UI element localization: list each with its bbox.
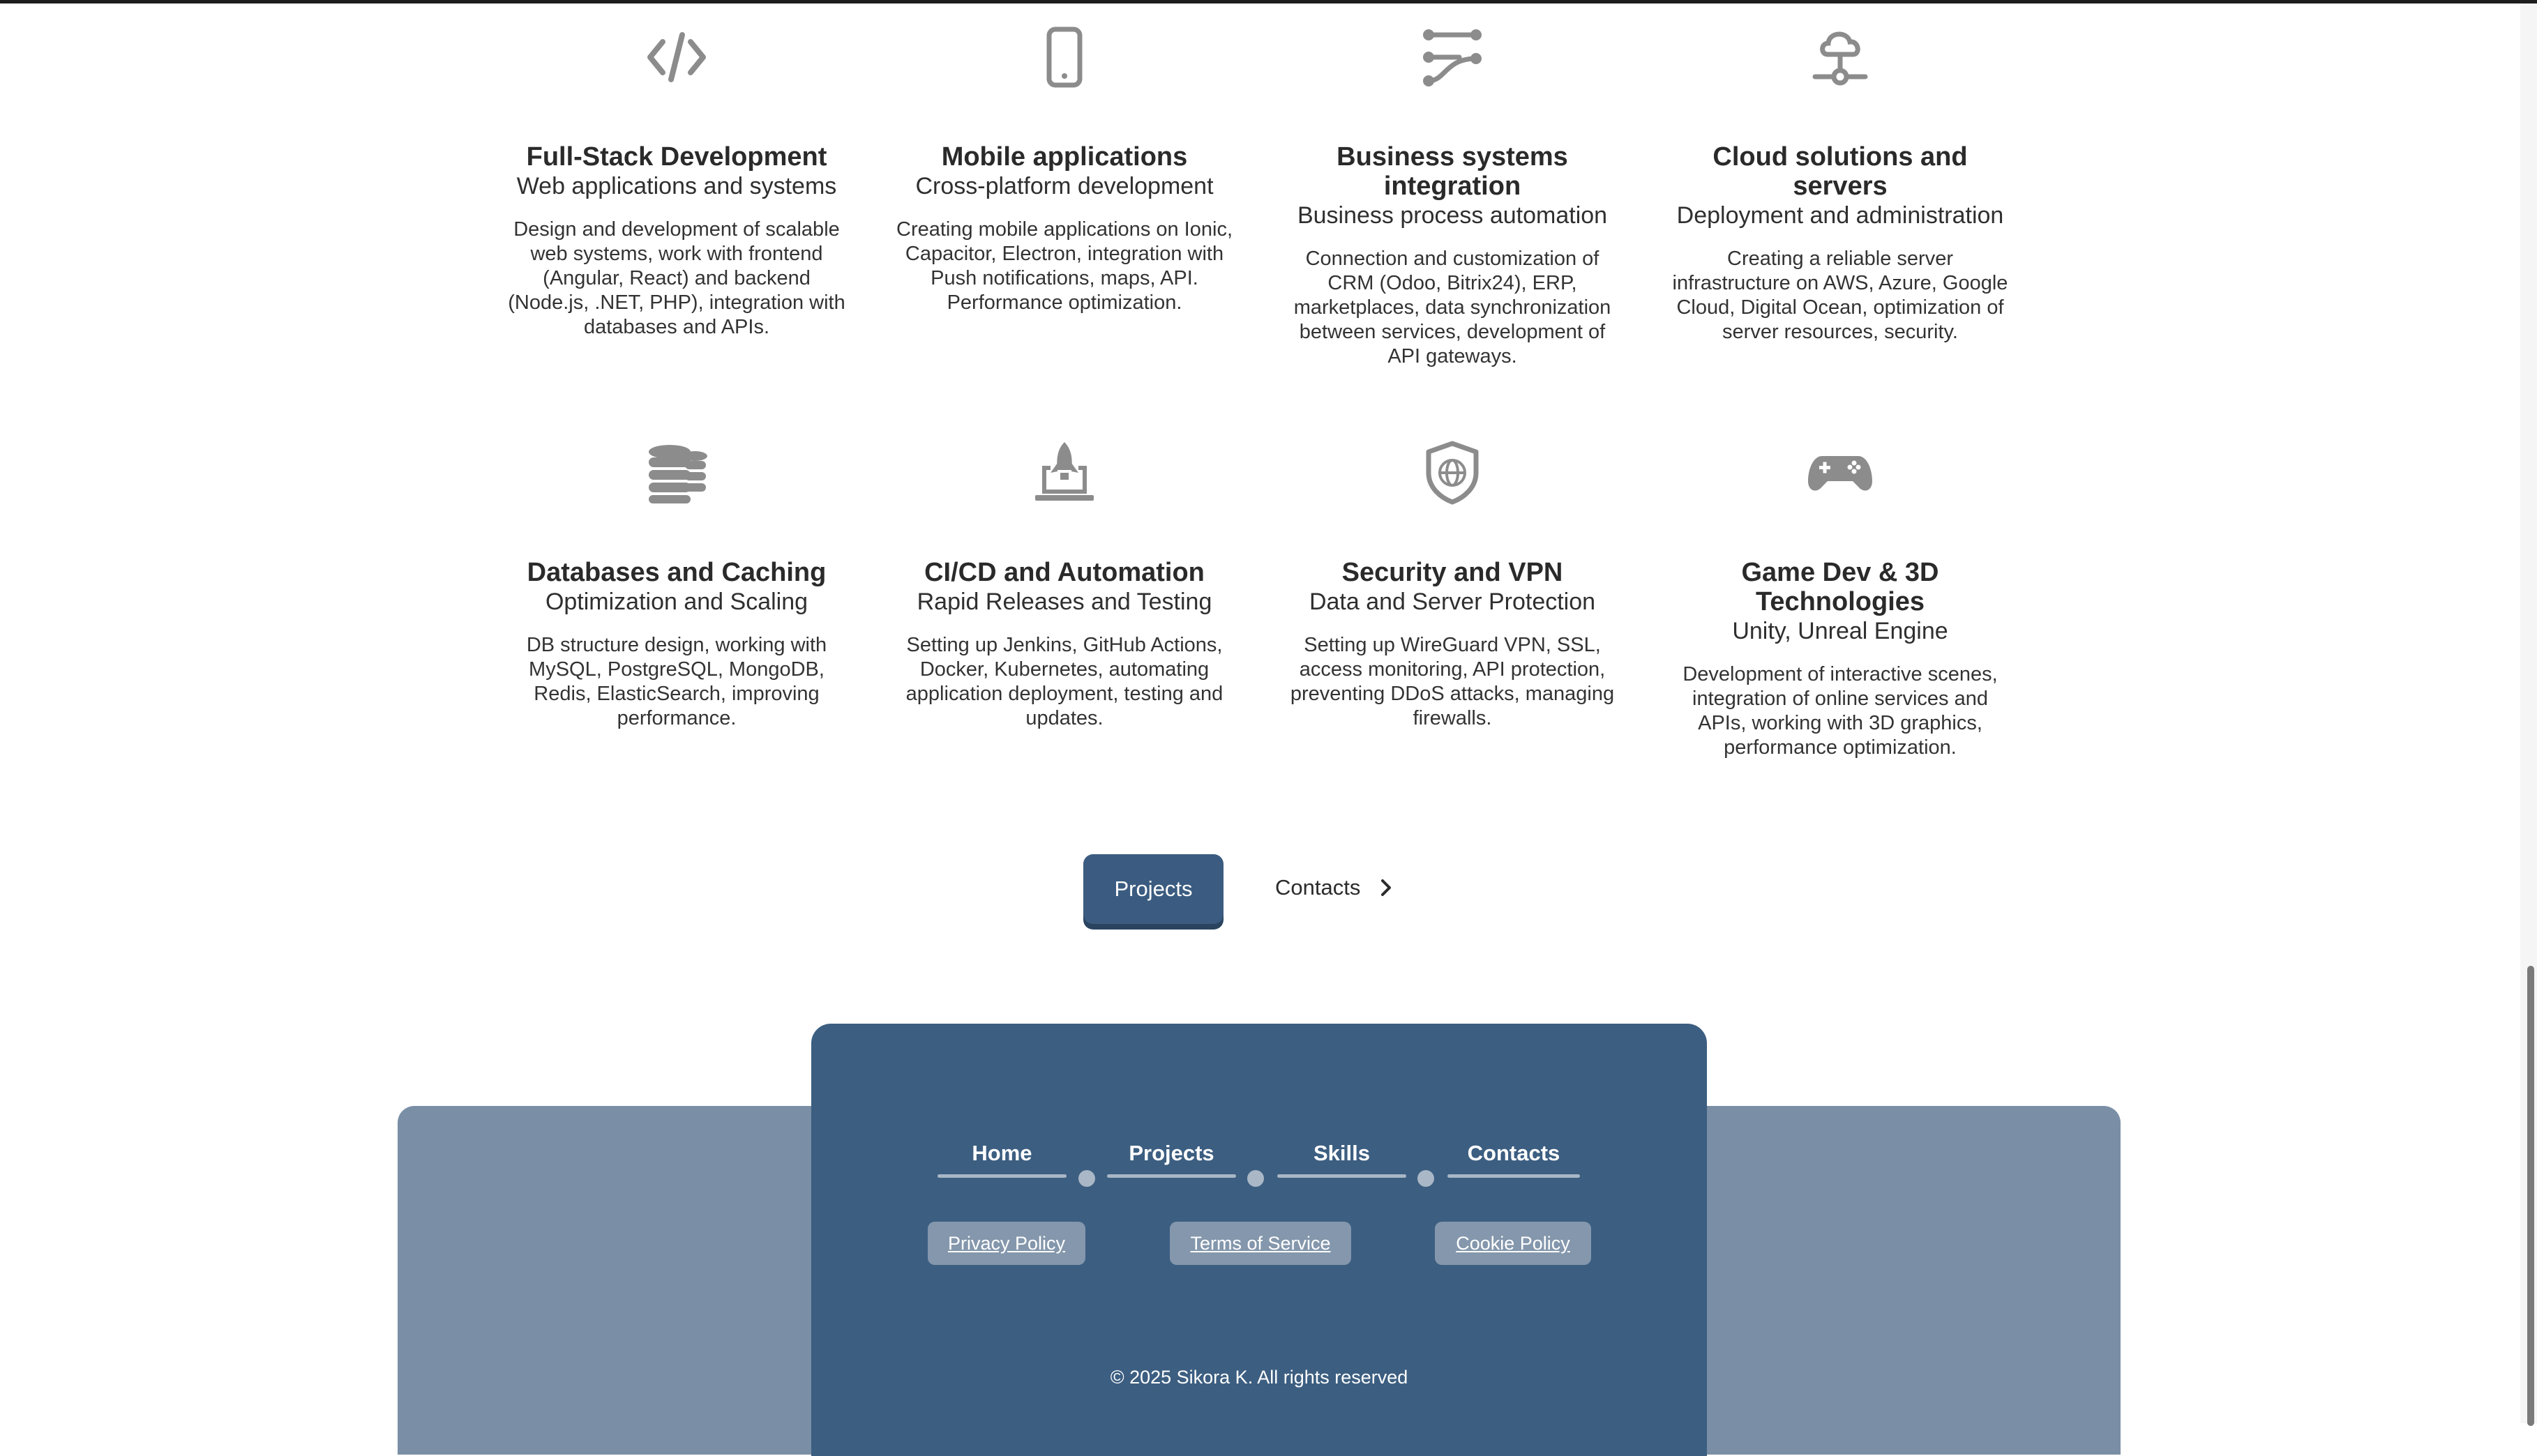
footer-nav-label: Home <box>972 1141 1032 1165</box>
database-coins-icon <box>642 438 712 508</box>
service-subtitle: Optimization and Scaling <box>545 589 808 615</box>
shield-globe-icon <box>1417 438 1487 508</box>
service-card-security: Security and VPN Data and Server Protect… <box>1278 438 1627 731</box>
footer-nav-projects[interactable]: Projects <box>1107 1135 1236 1178</box>
chevron-right-icon <box>1376 877 1397 898</box>
service-subtitle: Deployment and administration <box>1676 202 2004 229</box>
footer-nav-underline <box>1107 1174 1236 1178</box>
service-title: Cloud solutions and servers <box>1712 142 1968 201</box>
service-card-mobile: Mobile applications Cross-platform devel… <box>890 22 1239 315</box>
service-title: Mobile applications <box>941 142 1188 172</box>
code-icon <box>642 22 712 92</box>
cloud-network-icon <box>1805 22 1875 92</box>
service-subtitle: Business process automation <box>1297 202 1608 229</box>
footer-nav-contacts[interactable]: Contacts <box>1447 1135 1580 1178</box>
projects-button[interactable]: Projects <box>1083 854 1224 924</box>
service-description: Setting up WireGuard VPN, SSL, access mo… <box>1290 634 1615 729</box>
service-description: Development of interactive scenes, integ… <box>1682 663 1998 759</box>
service-card-cloud: Cloud solutions and servers Deployment a… <box>1666 22 2015 344</box>
cookie-policy-link[interactable]: Cookie Policy <box>1435 1222 1591 1265</box>
footer-nav: Home Projects Skills Contacts <box>938 1135 1583 1187</box>
service-description: Creating mobile applications on Ionic, C… <box>896 218 1233 314</box>
service-card-fullstack: Full-Stack Development Web applications … <box>502 22 851 340</box>
footer-nav-underline <box>938 1174 1067 1178</box>
service-subtitle: Unity, Unreal Engine <box>1732 618 1948 644</box>
privacy-policy-link[interactable]: Privacy Policy <box>928 1222 1085 1265</box>
footer-nav-skills[interactable]: Skills <box>1277 1135 1406 1178</box>
service-title: Full-Stack Development <box>526 142 827 172</box>
service-description: Design and development of scalable web s… <box>508 218 845 338</box>
service-title: Databases and Caching <box>527 558 827 587</box>
footer-nav-dot <box>1078 1170 1095 1187</box>
laptop-rocket-icon <box>1030 438 1099 508</box>
service-title: Security and VPN <box>1341 558 1563 587</box>
route-icon <box>1417 22 1487 92</box>
service-subtitle: Data and Server Protection <box>1309 589 1596 615</box>
terms-of-service-link[interactable]: Terms of Service <box>1170 1222 1351 1265</box>
service-description: Setting up Jenkins, GitHub Actions, Dock… <box>905 634 1224 729</box>
footer-nav-label: Skills <box>1313 1141 1370 1165</box>
copyright-text: © 2025 Sikora K. All rights reserved <box>1110 1367 1408 1388</box>
footer-nav-home[interactable]: Home <box>938 1135 1067 1178</box>
service-title: Game Dev & 3D Technologies <box>1741 558 1939 616</box>
service-subtitle: Rapid Releases and Testing <box>917 589 1212 615</box>
service-card-databases: Databases and Caching Optimization and S… <box>502 438 851 731</box>
scrollbar-thumb[interactable] <box>2527 966 2534 1426</box>
footer-nav-underline <box>1447 1174 1580 1178</box>
service-title: CI/CD and Automation <box>924 558 1205 587</box>
smartphone-icon <box>1030 22 1099 92</box>
service-subtitle: Cross-platform development <box>915 173 1214 199</box>
footer-nav-dot <box>1247 1170 1264 1187</box>
service-subtitle: Web applications and systems <box>516 173 837 199</box>
service-card-integration: Business systems integration Business pr… <box>1278 22 1627 369</box>
footer-nav-label: Contacts <box>1467 1141 1560 1165</box>
service-description: Creating a reliable server infrastructur… <box>1672 248 2008 343</box>
service-description: Connection and customization of CRM (Odo… <box>1293 248 1611 367</box>
service-title: Business systems integration <box>1337 142 1568 201</box>
gamepad-icon <box>1805 438 1875 508</box>
footer-nav-label: Projects <box>1129 1141 1214 1165</box>
services-section: Full-Stack Development Web applications … <box>0 0 2537 767</box>
contacts-next-link[interactable]: Contacts <box>1275 868 1397 907</box>
service-card-gamedev: Game Dev & 3D Technologies Unity, Unreal… <box>1666 438 2015 760</box>
service-card-cicd: CI/CD and Automation Rapid Releases and … <box>890 438 1239 731</box>
footer-nav-underline <box>1277 1174 1406 1178</box>
footer-nav-dot <box>1417 1170 1434 1187</box>
contacts-link-label: Contacts <box>1275 875 1361 900</box>
service-description: DB structure design, working with MySQL,… <box>526 634 827 729</box>
